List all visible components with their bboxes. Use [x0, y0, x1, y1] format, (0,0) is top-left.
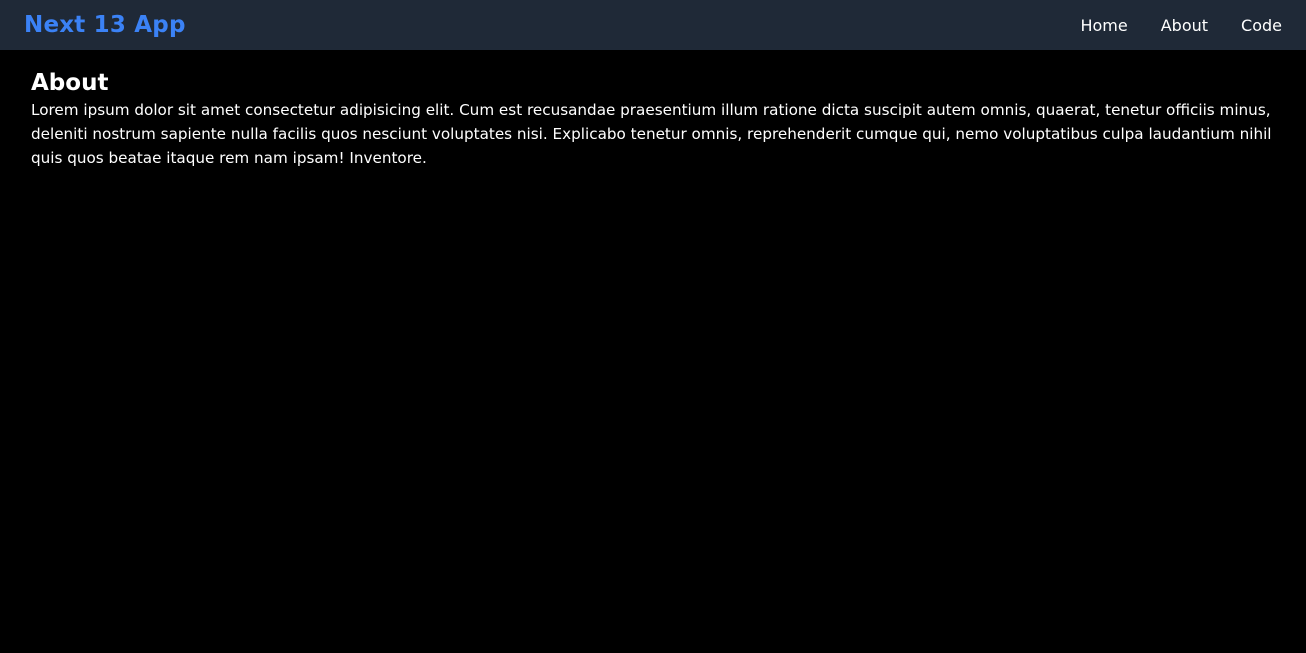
nav-link-about[interactable]: About	[1161, 16, 1208, 35]
page-title: About	[31, 70, 109, 96]
navbar: Next 13 App Home About Code	[0, 0, 1306, 50]
main-content: About Lorem ipsum dolor sit amet consect…	[0, 50, 1306, 170]
body-paragraph: Lorem ipsum dolor sit amet consectetur a…	[31, 101, 1272, 167]
nav-link-code[interactable]: Code	[1241, 16, 1282, 35]
nav-links: Home About Code	[1080, 16, 1282, 35]
brand-logo-link[interactable]: Next 13 App	[24, 12, 186, 38]
nav-link-home[interactable]: Home	[1080, 16, 1127, 35]
